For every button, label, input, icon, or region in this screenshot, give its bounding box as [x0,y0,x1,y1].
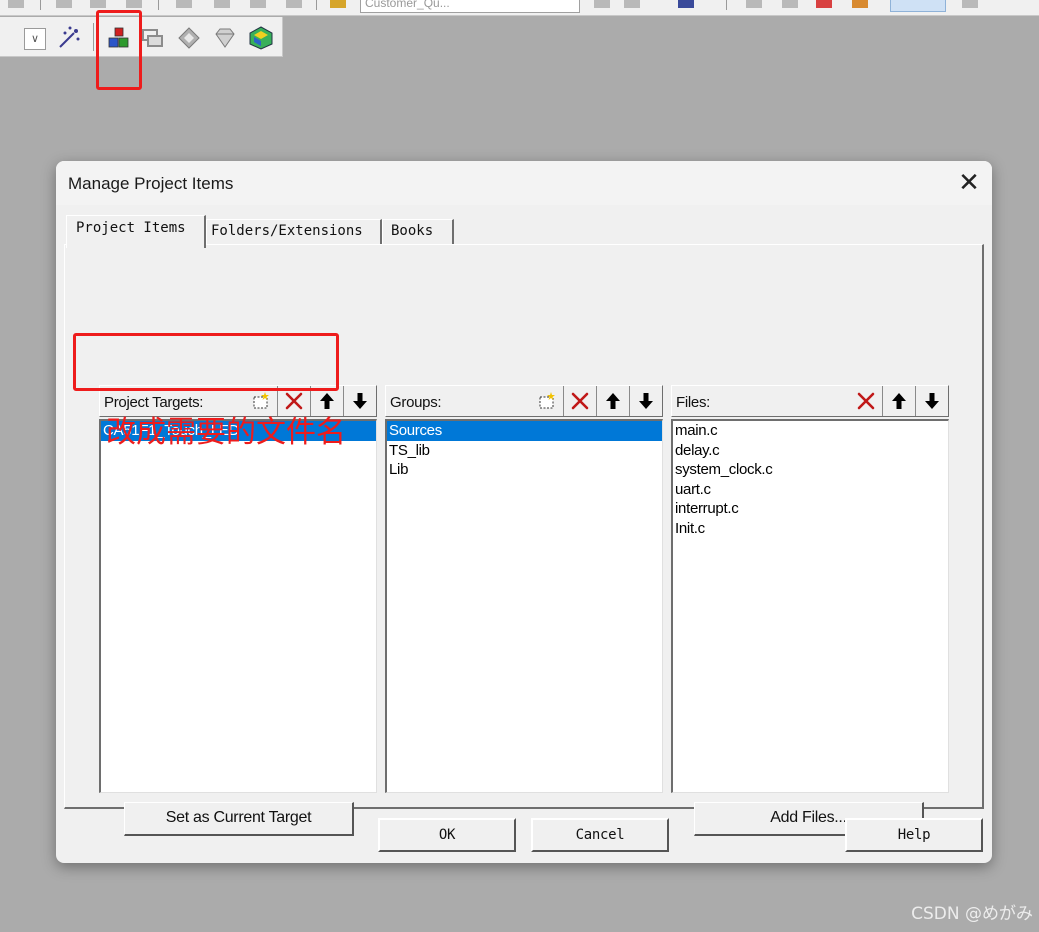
arrow-down-icon [925,393,939,409]
diamond-icon[interactable] [176,25,202,51]
toolbar-separator [316,0,317,10]
files-list[interactable]: main.c delay.c system_clock.c uart.c int… [671,419,949,793]
window-layout-icon[interactable] [140,25,166,51]
project-targets-list[interactable]: CA51F1_Touch_LED [99,419,377,793]
main-toolbar: Customer_Qu... [0,0,1039,16]
list-item[interactable]: Init.c [673,519,948,539]
list-item[interactable]: Lib [387,460,662,480]
package-icon[interactable] [248,25,274,51]
tab-project-items[interactable]: Project Items [66,215,206,248]
chevron-down-icon[interactable]: ∨ [24,28,46,50]
search-icon[interactable] [678,0,694,8]
tab-panel: Project Targets: CA51F1_Touch_LED Groups… [64,244,984,836]
toolbar-icon[interactable] [214,0,230,8]
toolbar-icon[interactable] [594,0,610,8]
ok-button[interactable]: OK [378,818,516,852]
delete-file-button[interactable] [849,386,882,416]
breakpoint-icon[interactable] [852,0,868,8]
move-file-down-button[interactable] [915,386,948,416]
list-item[interactable]: interrupt.c [673,499,948,519]
tab-folders-extensions[interactable]: Folders/Extensions [206,219,382,245]
toolbar-icon[interactable] [8,0,24,8]
arrow-up-icon [606,393,620,409]
groups-label: Groups: [390,394,442,411]
toolbar-icon[interactable] [624,0,640,8]
toolbar-selected-button[interactable] [890,0,946,12]
watermark: CSDN @めがみ [911,904,1033,924]
help-button[interactable]: Help [845,818,983,852]
target-icon[interactable] [330,0,346,8]
files-label: Files: [676,394,711,411]
stop-icon[interactable] [816,0,832,8]
close-icon[interactable]: ✕ [946,161,992,205]
toolbar-icon[interactable] [126,0,142,8]
groups-group: Groups: Sources TS_lib Lib [385,385,663,793]
arrow-up-icon [892,393,906,409]
groups-list[interactable]: Sources TS_lib Lib [385,419,663,793]
toolbar-icon[interactable] [746,0,762,8]
gem-icon[interactable] [212,25,238,51]
toolbar-separator [726,0,727,10]
annotation-note: 改成需要的文件名 [106,415,346,450]
toolbar-icon[interactable] [962,0,978,8]
dialog-titlebar[interactable]: Manage Project Items ✕ [56,161,992,205]
move-group-up-button[interactable] [596,386,629,416]
delete-group-button[interactable] [563,386,596,416]
new-group-button[interactable] [530,386,563,416]
groups-header: Groups: [385,385,663,417]
delete-icon [857,392,874,410]
toolbar-separator [158,0,159,10]
dialog-title: Manage Project Items [68,174,234,193]
arrow-down-icon [353,393,367,409]
cancel-button[interactable]: Cancel [531,818,669,852]
target-select[interactable]: Customer_Qu... [360,0,580,13]
list-item[interactable]: uart.c [673,480,948,500]
manage-project-items-icon[interactable] [106,25,132,51]
toolbar-icon[interactable] [782,0,798,8]
files-group: Files: main.c delay.c system_clock.c uar… [671,385,949,793]
wand-icon[interactable] [56,25,82,51]
manage-project-items-dialog: Manage Project Items ✕ Project Items Fol… [56,161,992,863]
arrow-down-icon [639,393,653,409]
toolbar-icon[interactable] [56,0,72,8]
set-current-target-button[interactable]: Set as Current Target [124,802,354,836]
files-header: Files: [671,385,949,417]
move-group-down-button[interactable] [629,386,662,416]
list-item[interactable]: delay.c [673,441,948,461]
list-item[interactable]: Sources [387,421,662,441]
toolbar-icon[interactable] [250,0,266,8]
new-icon [539,392,555,409]
tab-books[interactable]: Books [382,219,454,245]
list-item[interactable]: system_clock.c [673,460,948,480]
move-target-down-button[interactable] [343,386,376,416]
toolbar-separator [93,23,94,51]
list-item[interactable]: main.c [673,421,948,441]
delete-icon [571,392,589,410]
build-toolbar: ∨ [0,17,283,57]
toolbar-icon[interactable] [90,0,106,8]
toolbar-separator [40,0,41,10]
list-item[interactable]: TS_lib [387,441,662,461]
toolbar-icon[interactable] [286,0,302,8]
move-file-up-button[interactable] [882,386,915,416]
toolbar-icon[interactable] [176,0,192,8]
